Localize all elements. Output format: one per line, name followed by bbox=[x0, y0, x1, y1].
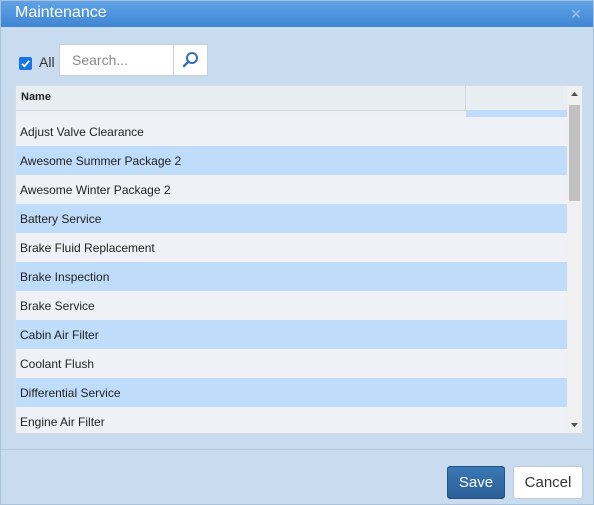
table-row[interactable]: Brake Fluid Replacement bbox=[16, 233, 567, 262]
dialog-title: Maintenance bbox=[15, 4, 107, 21]
row-name: Brake Fluid Replacement bbox=[20, 241, 155, 255]
row-name: Awesome Winter Package 2 bbox=[20, 183, 171, 197]
table-row[interactable]: Cabin Air Filter bbox=[16, 320, 567, 349]
table-row[interactable]: Brake Inspection bbox=[16, 262, 567, 291]
close-icon[interactable]: × bbox=[567, 5, 585, 23]
row-name: Coolant Flush bbox=[20, 357, 95, 371]
scrollbar-thumb[interactable] bbox=[569, 105, 580, 201]
table-row[interactable]: Brake Service bbox=[16, 291, 567, 320]
all-checkbox[interactable] bbox=[19, 57, 32, 70]
table-row[interactable]: Adjust Valve Clearance bbox=[16, 117, 567, 146]
checkbox-checked-icon bbox=[21, 60, 30, 68]
table-row[interactable]: Engine Air Filter bbox=[16, 407, 567, 433]
maintenance-dialog: Maintenance × All Name Adjust Valve Clea… bbox=[0, 0, 594, 505]
magnifier-icon bbox=[182, 52, 198, 68]
row-name: Awesome Summer Package 2 bbox=[20, 154, 182, 168]
row-name: Differential Service bbox=[20, 386, 121, 400]
vertical-scrollbar[interactable] bbox=[567, 86, 582, 433]
cancel-button[interactable]: Cancel bbox=[513, 466, 583, 499]
arrow-up-icon[interactable] bbox=[567, 86, 582, 101]
row-name: Brake Service bbox=[20, 299, 95, 313]
table-row[interactable]: Differential Service bbox=[16, 378, 567, 407]
search-input[interactable] bbox=[59, 44, 173, 76]
row-name: Brake Inspection bbox=[20, 270, 110, 284]
column-separator[interactable] bbox=[465, 86, 466, 110]
row-name: Engine Air Filter bbox=[20, 415, 105, 429]
toolbar: All bbox=[1, 43, 593, 79]
row-name: Adjust Valve Clearance bbox=[20, 125, 144, 139]
save-button[interactable]: Save bbox=[447, 466, 505, 499]
row-name: Battery Service bbox=[20, 212, 102, 226]
title-bar[interactable]: Maintenance × bbox=[1, 1, 593, 27]
table-row[interactable]: Battery Service bbox=[16, 204, 567, 233]
table-row[interactable]: Coolant Flush bbox=[16, 349, 567, 378]
row-name: Cabin Air Filter bbox=[20, 328, 99, 342]
arrow-down-icon[interactable] bbox=[567, 418, 582, 433]
column-header-name[interactable]: Name bbox=[21, 91, 51, 103]
dialog-footer: Save Cancel bbox=[1, 449, 593, 504]
grid-header: Name bbox=[16, 86, 567, 111]
search-button[interactable] bbox=[173, 44, 208, 76]
table-row[interactable]: Awesome Summer Package 2 bbox=[16, 146, 567, 175]
maintenance-grid: Name Adjust Valve Clearance Awesome Summ… bbox=[15, 85, 583, 434]
table-row[interactable]: Awesome Winter Package 2 bbox=[16, 175, 567, 204]
grid-rows: Adjust Valve Clearance Awesome Summer Pa… bbox=[16, 117, 567, 433]
all-label: All bbox=[39, 54, 55, 70]
